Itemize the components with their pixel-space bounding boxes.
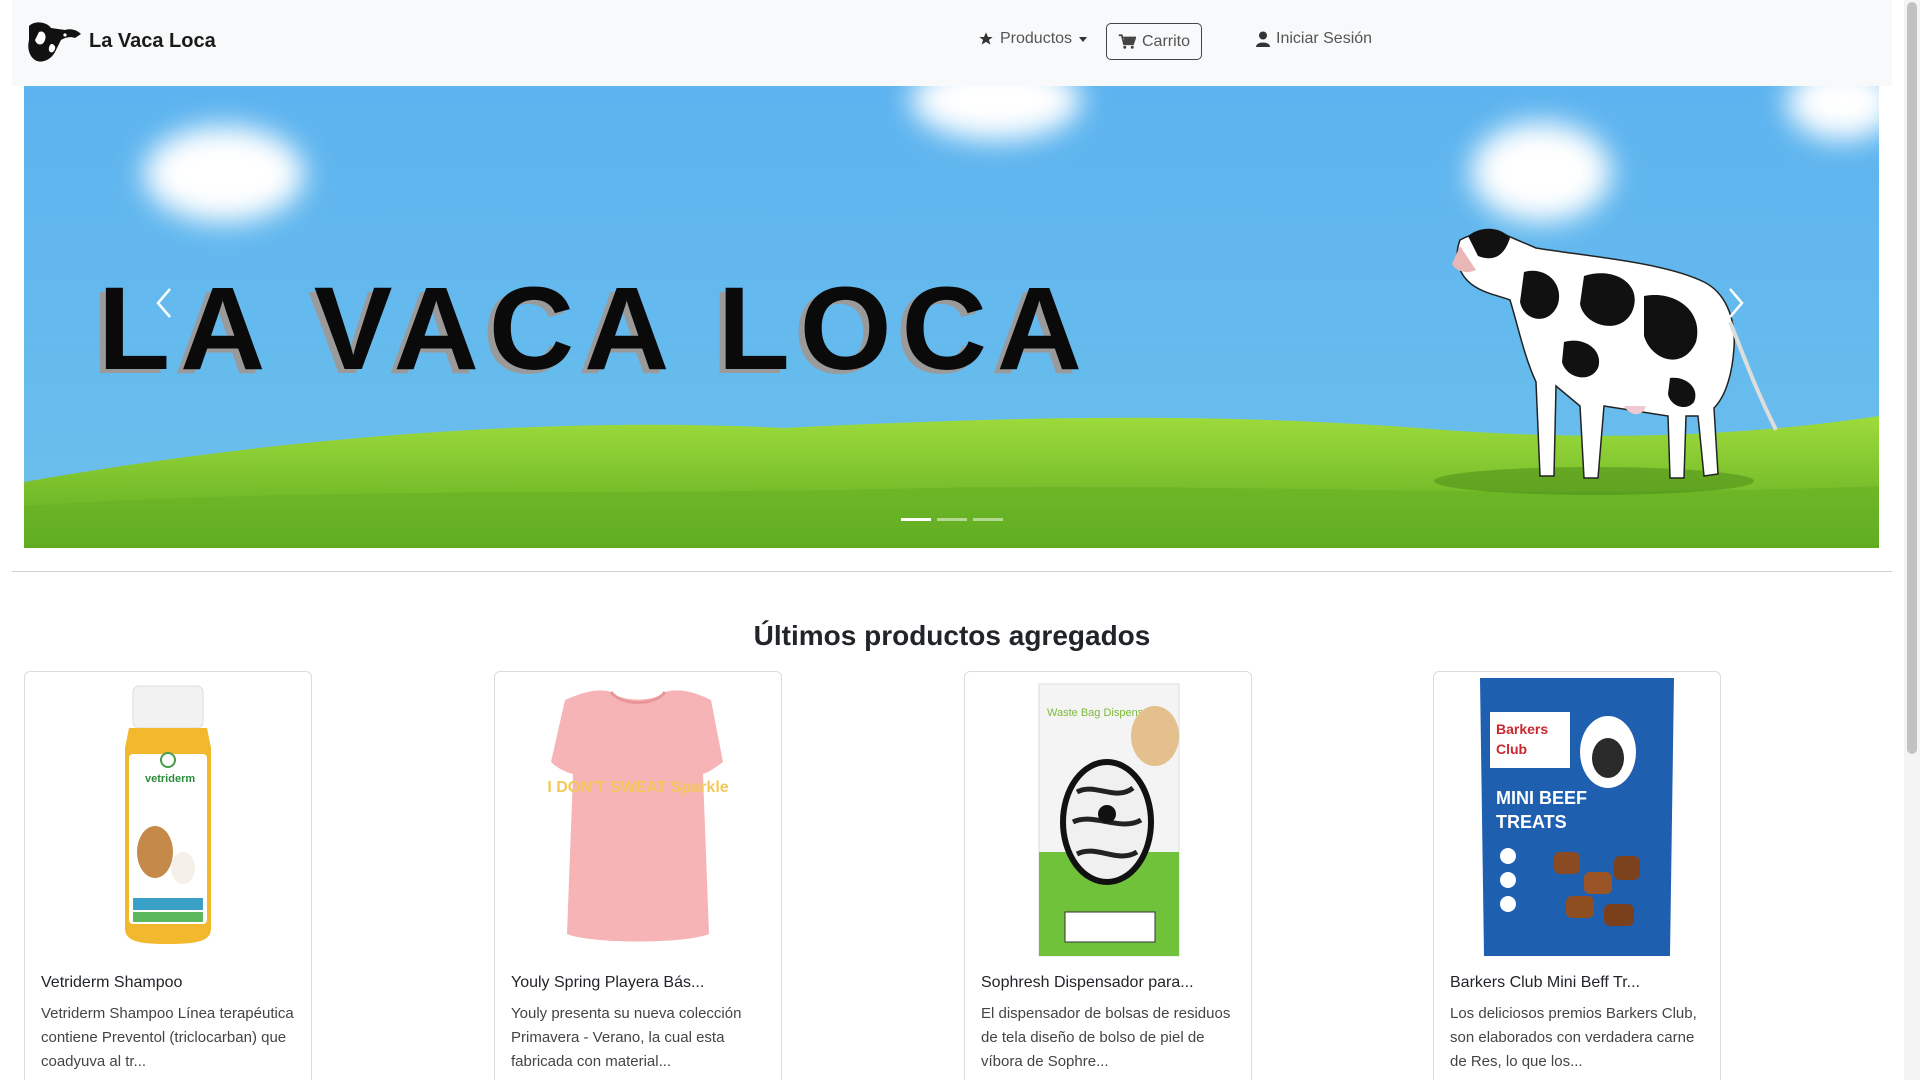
carousel-prev-button[interactable] xyxy=(144,281,184,325)
section-divider xyxy=(12,571,1892,572)
product-image-dispenser: Waste Bag Dispenser xyxy=(1038,683,1180,957)
svg-text:MINI BEEF: MINI BEEF xyxy=(1496,788,1587,808)
navbar: La Vaca Loca Productos Carrito Iniciar S… xyxy=(12,0,1892,86)
carousel-indicator-3[interactable] xyxy=(973,518,1003,521)
user-icon xyxy=(1256,31,1270,47)
svg-text:Club: Club xyxy=(1496,741,1527,757)
carousel-indicator-2[interactable] xyxy=(937,518,967,521)
product-title[interactable]: Youly Spring Playera Bás... xyxy=(511,974,704,992)
banner-image: LA VACA LOCA LA VACA LOCA xyxy=(24,86,1879,548)
product-description: Los deliciosos premios Barkers Club, son… xyxy=(1450,1005,1697,1070)
banner-title: LA VACA LOCA xyxy=(98,263,1092,395)
product-card[interactable]: I DON'T SWEAT Sparkle Youly Spring Playe… xyxy=(494,671,782,1080)
product-description: El dispensador de bolsas de residuos de … xyxy=(981,1005,1231,1070)
product-card[interactable]: Waste Bag Dispenser Sophresh Dispensador… xyxy=(964,671,1252,1080)
product-image-tshirt: I DON'T SWEAT Sparkle xyxy=(547,690,729,942)
product-card[interactable]: Barkers Club MINI BEEF TREATS Barkers Cl… xyxy=(1433,671,1721,1080)
svg-text:Barkers: Barkers xyxy=(1496,721,1548,737)
cart-button[interactable]: Carrito xyxy=(1106,23,1202,60)
carousel-indicators xyxy=(901,518,1003,521)
product-title[interactable]: Vetriderm Shampoo xyxy=(41,974,182,992)
chevron-right-icon xyxy=(1729,288,1744,318)
product-card[interactable]: vetriderm Vetriderm Shampoo Vetriderm Sh… xyxy=(24,671,312,1080)
cow-logo-icon xyxy=(28,22,81,62)
brand-link[interactable]: La Vaca Loca xyxy=(25,18,216,64)
section-title: Últimos productos agregados xyxy=(753,620,1151,651)
cart-icon xyxy=(1118,33,1136,49)
brand-name: La Vaca Loca xyxy=(89,29,216,52)
nav-products-dropdown[interactable]: Productos xyxy=(978,30,1088,48)
star-icon xyxy=(979,32,993,45)
chevron-left-icon xyxy=(156,288,171,318)
product-image-label: vetriderm xyxy=(145,773,195,785)
login-label: Iniciar Sesión xyxy=(1276,30,1373,47)
nav-products-label: Productos xyxy=(1000,30,1073,47)
login-link[interactable]: Iniciar Sesión xyxy=(1256,30,1372,48)
hero-carousel: LA VACA LOCA LA VACA LOCA xyxy=(24,86,1879,548)
carousel-next-button[interactable] xyxy=(1716,281,1756,325)
product-image-treats: Barkers Club MINI BEEF TREATS xyxy=(1480,678,1674,956)
cloud xyxy=(1471,122,1611,222)
caret-down-icon xyxy=(1079,37,1088,42)
product-title[interactable]: Barkers Club Mini Beff Tr... xyxy=(1450,974,1640,992)
page-scrollbar[interactable] xyxy=(1904,0,1920,1080)
carousel-indicator-1[interactable] xyxy=(901,518,931,521)
cart-label: Carrito xyxy=(1141,32,1190,50)
product-image-label: I DON'T SWEAT Sparkle xyxy=(547,779,728,796)
product-title[interactable]: Sophresh Dispensador para... xyxy=(981,974,1194,992)
svg-text:TREATS: TREATS xyxy=(1496,812,1567,832)
product-image-shampoo: vetriderm xyxy=(125,685,211,944)
cloud xyxy=(144,126,304,222)
product-description: Vetriderm Shampoo Línea terapéutica cont… xyxy=(41,1005,294,1070)
product-description: Youly presenta su nueva colección Primav… xyxy=(511,1005,742,1070)
scrollbar-thumb[interactable] xyxy=(1907,2,1917,754)
